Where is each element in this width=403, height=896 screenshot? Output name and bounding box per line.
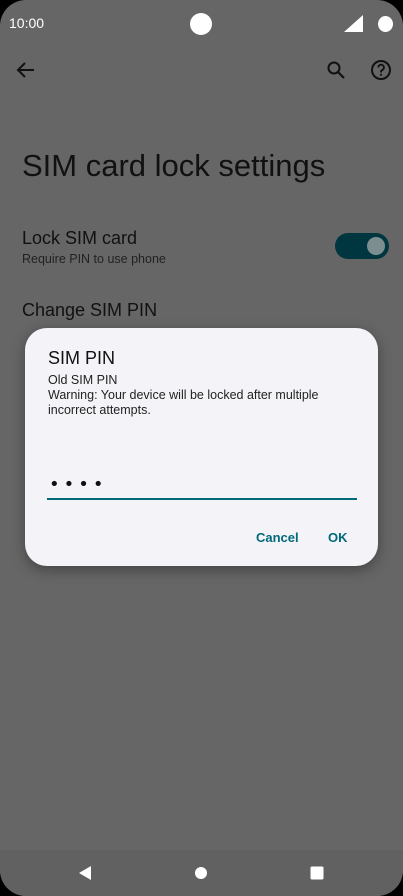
page-title: SIM card lock settings (22, 148, 326, 183)
old-pin-input[interactable] (47, 470, 357, 500)
status-bar: 10:00 (0, 0, 403, 48)
dialog-title: SIM PIN (48, 348, 116, 368)
lock-sim-title: Lock SIM card (22, 228, 138, 248)
back-button[interactable] (11, 55, 41, 85)
help-icon (371, 60, 391, 80)
lock-sim-subtitle: Require PIN to use phone (22, 252, 166, 266)
nav-back-button[interactable] (73, 862, 97, 884)
help-button[interactable] (366, 55, 396, 85)
sim-pin-dialog: SIM PIN Old SIM PIN Warning: Your device… (25, 328, 378, 566)
nav-home-button[interactable] (189, 862, 213, 884)
search-icon (327, 61, 345, 79)
cancel-button[interactable]: Cancel (250, 526, 305, 549)
status-time: 10:00 (9, 15, 45, 31)
ok-button[interactable]: OK (322, 526, 354, 549)
arrow-back-icon (16, 62, 34, 78)
navigation-bar (0, 850, 403, 896)
signal-icon (344, 15, 363, 32)
search-button[interactable] (321, 55, 351, 85)
lock-sim-toggle[interactable] (335, 233, 389, 259)
change-sim-pin-item[interactable]: Change SIM PIN (22, 300, 157, 321)
nav-recents-icon (310, 866, 324, 880)
dialog-warning: Warning: Your device will be locked afte… (48, 388, 319, 417)
battery-icon (378, 16, 393, 32)
phone-screen: 10:00 SIM card lock settings Lock SIM ca… (0, 0, 403, 896)
nav-home-icon (195, 867, 207, 879)
toggle-knob (367, 237, 385, 255)
camera-cutout (190, 13, 212, 35)
nav-recents-button[interactable] (305, 862, 329, 884)
nav-back-icon (79, 866, 91, 880)
dialog-field-label: Old SIM PIN (48, 373, 118, 387)
